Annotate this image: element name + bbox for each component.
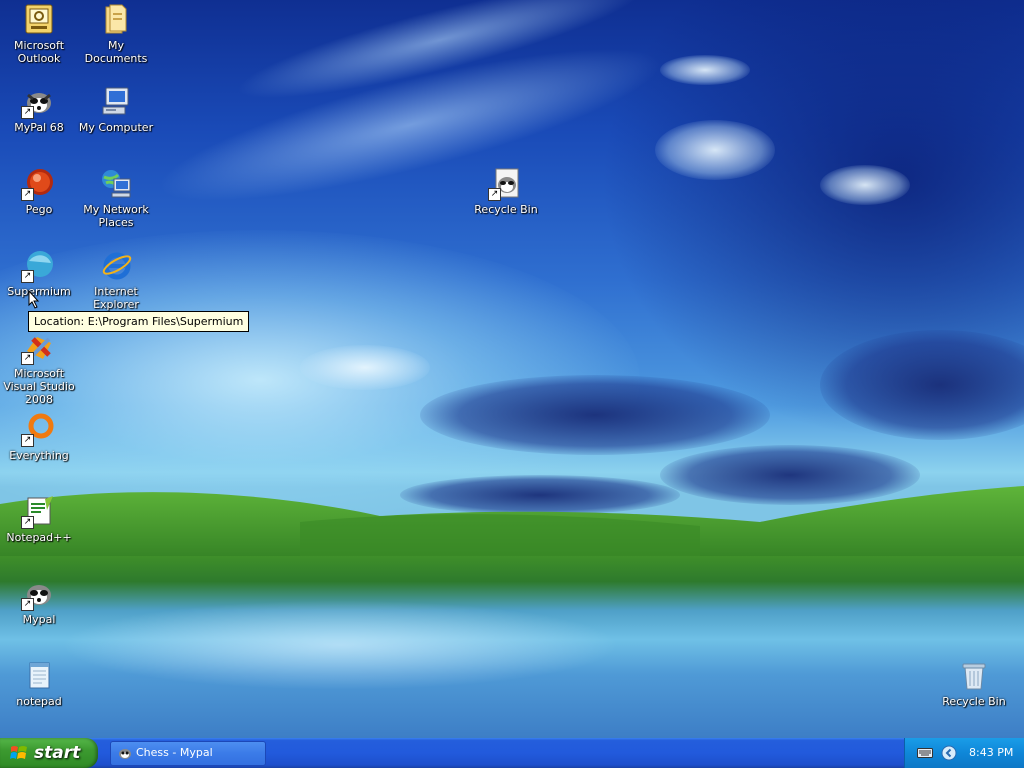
wallpaper-cloud <box>820 165 910 205</box>
shortcut-arrow-icon: ↗ <box>488 188 501 201</box>
desktop-icon-mypal[interactable]: ↗ Mypal <box>0 577 78 626</box>
desktop-icon-label: My Documents <box>84 39 148 65</box>
desktop-icon-my-computer[interactable]: My Computer <box>77 85 155 134</box>
taskbar: start Chess - Mypal 8:43 PM <box>0 738 1024 768</box>
start-label: start <box>34 743 81 763</box>
desktop-icon-label: notepad <box>16 695 62 708</box>
desktop-icon-notepad-plus-plus[interactable]: ↗ Notepad++ <box>0 495 78 544</box>
supermium-icon: ↗ <box>21 249 55 283</box>
desktop-icon-internet-explorer[interactable]: Internet Explorer <box>77 249 155 311</box>
desktop-icon-label: Everything <box>9 449 69 462</box>
desktop-icon-label: Notepad++ <box>6 531 72 544</box>
desktop-icon-recycle-bin-shortcut[interactable]: ↗ Recycle Bin <box>467 167 545 216</box>
notepad-icon <box>23 659 55 691</box>
wallpaper-cloud <box>655 120 775 180</box>
raccoon-icon: ↗ <box>21 85 55 119</box>
shortcut-arrow-icon: ↗ <box>21 352 34 365</box>
taskbar-button-label: Chess - Mypal <box>136 746 213 759</box>
wallpaper-reflection <box>60 600 620 690</box>
desktop-icon-label: Recycle Bin <box>474 203 538 216</box>
wallpaper-cloud <box>660 55 750 85</box>
clock[interactable]: 8:43 PM <box>969 746 1013 759</box>
desktop-icon-label: My Computer <box>78 121 154 134</box>
shortcut-arrow-icon: ↗ <box>21 188 34 201</box>
notepad-plus-plus-icon: ↗ <box>21 495 55 529</box>
shortcut-arrow-icon: ↗ <box>21 598 34 611</box>
desktop-icon-my-network-places[interactable]: My Network Places <box>77 167 155 229</box>
desktop-icon-visual-studio-2008[interactable]: ↗ Microsoft Visual Studio 2008 <box>0 331 78 406</box>
computer-icon <box>100 85 132 117</box>
desktop-icon-mypal-68[interactable]: ↗ MyPal 68 <box>0 85 78 134</box>
desktop[interactable]: Microsoft Outlook My Documents ↗ MyPal 6… <box>0 0 1024 738</box>
taskbar-button-chess-mypal[interactable]: Chess - Mypal <box>110 741 266 766</box>
windows-logo-icon <box>10 746 27 759</box>
outlook-icon <box>23 3 55 35</box>
desktop-icon-my-documents[interactable]: My Documents <box>77 3 155 65</box>
desktop-icon-label: Microsoft Visual Studio 2008 <box>3 367 75 406</box>
raccoon-icon: ↗ <box>21 577 55 611</box>
desktop-icon-recycle-bin[interactable]: Recycle Bin <box>935 659 1013 708</box>
folder-icon <box>100 3 132 35</box>
desktop-icon-label: My Network Places <box>83 203 149 229</box>
desktop-icon-label: Mypal <box>22 613 56 626</box>
show-hidden-icons-chevron-icon[interactable] <box>941 745 957 761</box>
recycle-bin-icon <box>958 659 990 691</box>
desktop-icon-label: Recycle Bin <box>942 695 1006 708</box>
mouse-cursor-icon <box>28 290 40 309</box>
everything-icon: ↗ <box>21 413 55 447</box>
pego-icon: ↗ <box>21 167 55 201</box>
keyboard-icon[interactable] <box>917 747 933 759</box>
tooltip: Location: E:\Program Files\Supermium <box>28 311 250 332</box>
desktop-icon-label: Internet Explorer <box>93 285 139 311</box>
internet-explorer-icon <box>100 249 132 281</box>
desktop-icon-everything[interactable]: ↗ Everything <box>0 413 78 462</box>
shortcut-arrow-icon: ↗ <box>21 270 34 283</box>
desktop-icon-notepad[interactable]: notepad <box>0 659 78 708</box>
wallpaper-cloud <box>420 375 770 455</box>
visual-studio-icon: ↗ <box>21 331 55 365</box>
start-button[interactable]: start <box>0 738 98 768</box>
desktop-icon-label: MyPal 68 <box>14 121 64 134</box>
desktop-icon-label: Microsoft Outlook <box>13 39 65 65</box>
shortcut-arrow-icon: ↗ <box>21 434 34 447</box>
network-icon <box>100 167 132 199</box>
shortcut-arrow-icon: ↗ <box>21 106 34 119</box>
raccoon-icon <box>119 749 131 759</box>
raccoon-icon: ↗ <box>488 167 522 201</box>
desktop-icon-microsoft-outlook[interactable]: Microsoft Outlook <box>0 3 78 65</box>
desktop-icon-label: Pego <box>25 203 53 216</box>
shortcut-arrow-icon: ↗ <box>21 516 34 529</box>
wallpaper-cloud <box>300 345 430 390</box>
desktop-icon-pego[interactable]: ↗ Pego <box>0 167 78 216</box>
system-tray: 8:43 PM <box>904 738 1024 768</box>
